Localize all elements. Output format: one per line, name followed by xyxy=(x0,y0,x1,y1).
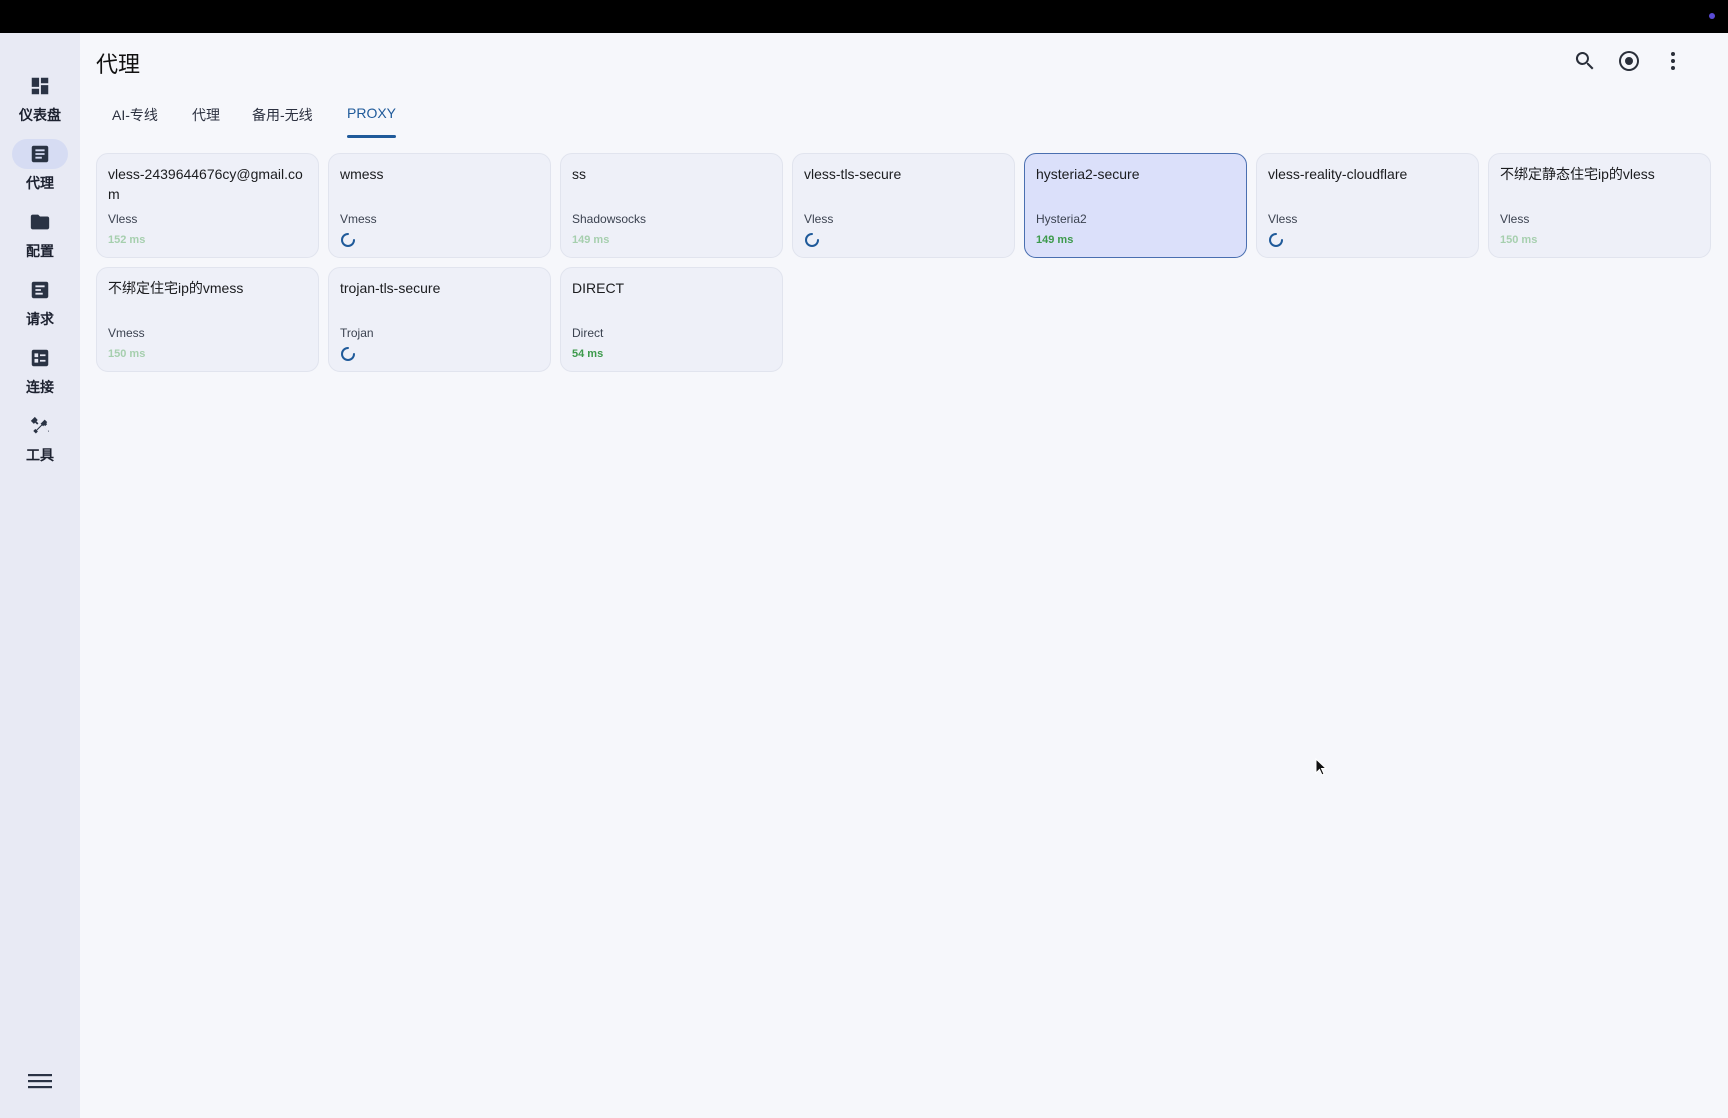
proxy-delay[interactable]: 152 ms xyxy=(108,234,145,246)
loading-spinner-icon xyxy=(1269,233,1283,247)
proxy-name: DIRECT xyxy=(572,280,625,296)
menu-icon[interactable] xyxy=(26,1069,54,1093)
list-icon xyxy=(12,343,68,373)
proxy-name: trojan-tls-secure xyxy=(340,280,441,296)
proxy-name: vless-tls-secure xyxy=(804,166,902,182)
proxy-delay[interactable]: 150 ms xyxy=(108,348,145,360)
nav-item-config[interactable]: 配置 xyxy=(0,207,80,269)
tab-ai-line[interactable]: AI-专线 xyxy=(112,96,158,138)
proxy-card[interactable]: vless-2439644676cy@gmail.com Vless 152 ms xyxy=(96,153,319,258)
proxy-type: Direct xyxy=(572,326,604,340)
proxy-delay[interactable]: 54 ms xyxy=(572,348,603,360)
folder-icon xyxy=(12,207,68,237)
proxy-type: Shadowsocks xyxy=(572,212,647,226)
proxy-type: Vless xyxy=(108,212,138,226)
proxy-type: Vless xyxy=(1500,212,1530,226)
nav-label: 配置 xyxy=(26,243,54,259)
proxy-delay[interactable]: 150 ms xyxy=(1500,234,1537,246)
window-top-bar xyxy=(0,0,1728,33)
proxy-delay[interactable]: 149 ms xyxy=(572,234,609,246)
nav-item-proxy[interactable]: 代理 xyxy=(0,139,80,201)
proxy-name: 不绑定住宅ip的vmess xyxy=(108,280,244,296)
nav-label: 仪表盘 xyxy=(19,107,61,123)
proxy-card[interactable]: DIRECT Direct 54 ms xyxy=(560,267,783,372)
tab-backup-wireless[interactable]: 备用-无线 xyxy=(252,96,313,138)
proxy-type: Trojan xyxy=(340,326,374,340)
tab-proxy[interactable]: 代理 xyxy=(192,96,220,138)
nav-item-dashboard[interactable]: 仪表盘 xyxy=(0,71,80,133)
more-vert-icon[interactable] xyxy=(1656,44,1690,78)
proxy-name: hysteria2-secure xyxy=(1036,166,1140,182)
proxy-name: wmess xyxy=(340,166,384,182)
proxy-card[interactable]: trojan-tls-secure Trojan xyxy=(328,267,551,372)
proxy-name: ss xyxy=(572,166,586,182)
proxy-card[interactable]: 不绑定静态住宅ip的vless Vless 150 ms xyxy=(1488,153,1711,258)
proxy-name: vless-reality-cloudflare xyxy=(1268,166,1408,182)
nav-item-connections[interactable]: 连接 xyxy=(0,343,80,405)
proxy-type: Vless xyxy=(804,212,834,226)
proxy-type: Vless xyxy=(1268,212,1298,226)
proxy-card[interactable]: 不绑定住宅ip的vmess Vmess 150 ms xyxy=(96,267,319,372)
proxy-card[interactable]: vless-reality-cloudflare Vless xyxy=(1256,153,1479,258)
page-title: 代理 xyxy=(96,52,141,77)
article-icon xyxy=(12,139,68,169)
tab-proxy-group[interactable]: PROXY xyxy=(347,96,397,138)
nav-label: 连接 xyxy=(26,379,54,395)
proxy-card[interactable]: vless-tls-secure Vless xyxy=(792,153,1015,258)
nav-item-tools[interactable]: 工具 xyxy=(0,411,80,473)
loading-spinner-icon xyxy=(341,233,355,247)
tools-icon xyxy=(12,411,68,441)
proxy-type: Hysteria2 xyxy=(1036,212,1087,226)
proxy-delay[interactable]: 149 ms xyxy=(1036,234,1073,246)
proxy-type: Vmess xyxy=(108,326,145,340)
nav-label: 工具 xyxy=(26,447,54,463)
search-icon[interactable] xyxy=(1568,44,1602,78)
navigation-rail: 仪表盘 代理 配置 请求 连接 工具 xyxy=(0,33,80,1118)
proxy-type: Vmess xyxy=(340,212,377,226)
nav-item-requests[interactable]: 请求 xyxy=(0,275,80,337)
nav-label: 代理 xyxy=(26,175,54,191)
nav-label: 请求 xyxy=(26,311,54,327)
proxy-card[interactable]: wmess Vmess xyxy=(328,153,551,258)
proxy-card[interactable]: hysteria2-secure Hysteria2 149 ms xyxy=(1024,153,1247,258)
toolbar-actions xyxy=(1568,44,1728,78)
tab-indicator xyxy=(347,135,397,138)
mouse-cursor-icon xyxy=(1315,758,1327,776)
target-icon[interactable] xyxy=(1612,44,1646,78)
proxy-name: 不绑定静态住宅ip的vless xyxy=(1500,166,1655,182)
loading-spinner-icon xyxy=(805,233,819,247)
status-dot xyxy=(1709,13,1715,19)
proxy-name: vless-2439644676cy@gmail.com xyxy=(108,166,303,202)
proxy-card[interactable]: ss Shadowsocks 149 ms xyxy=(560,153,783,258)
loading-spinner-icon xyxy=(341,347,355,361)
dashboard-icon xyxy=(12,71,68,101)
notes-icon xyxy=(12,275,68,305)
